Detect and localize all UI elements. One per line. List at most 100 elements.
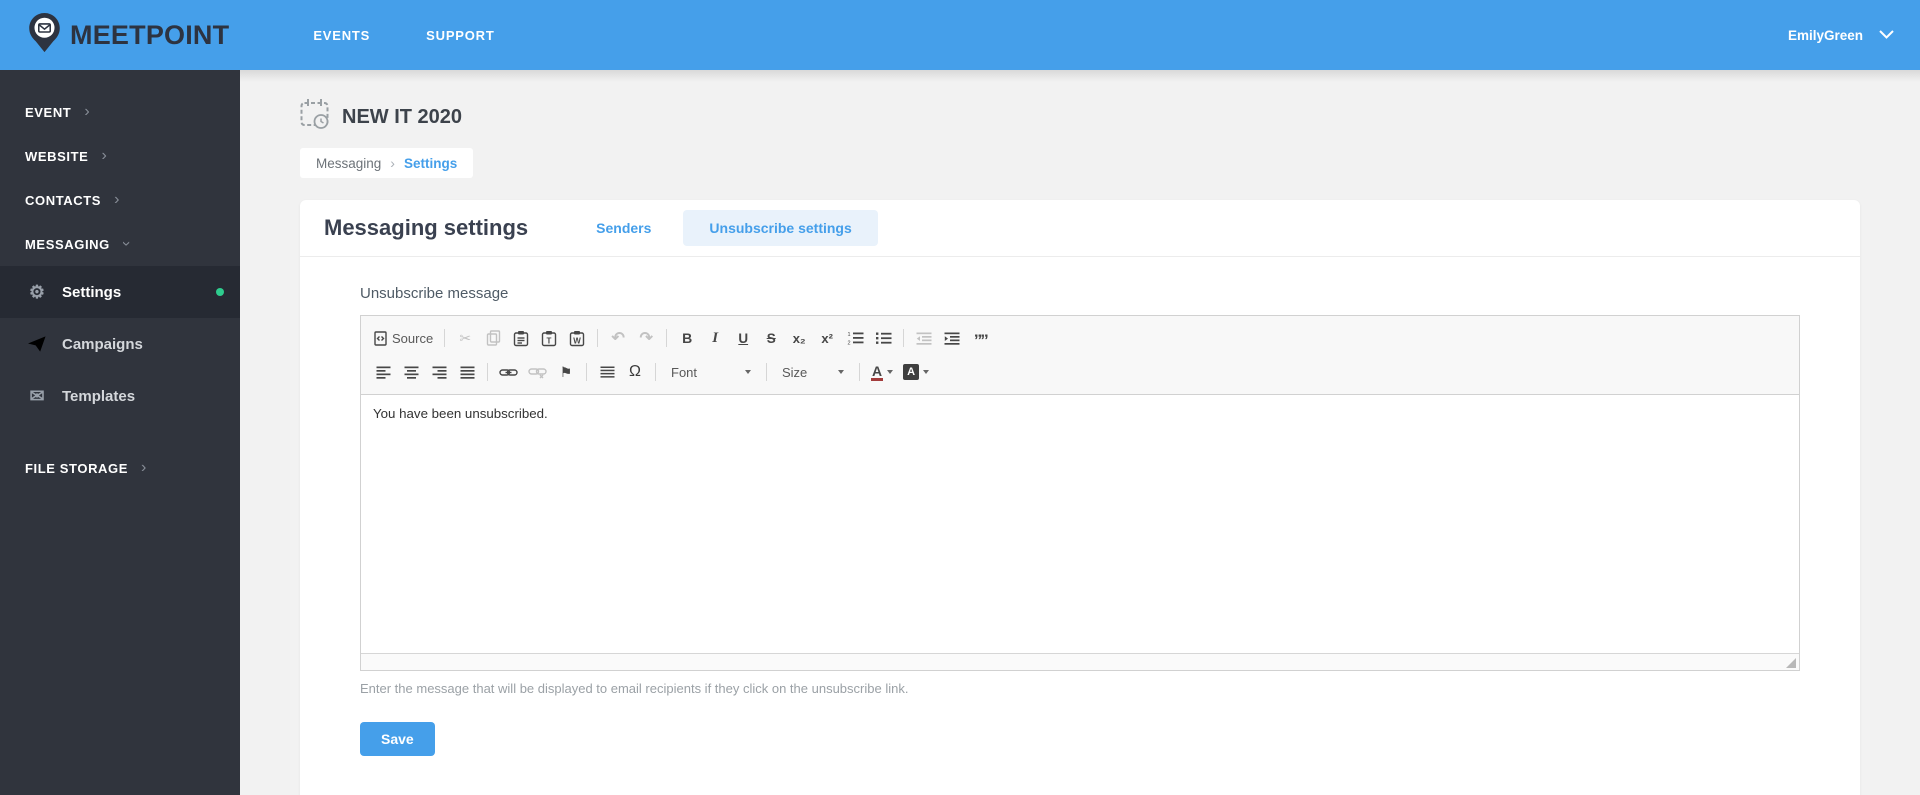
underline-icon: U xyxy=(738,330,749,346)
card-header: Messaging settings Senders Unsubscribe s… xyxy=(300,200,1860,257)
svg-text:T: T xyxy=(547,336,552,345)
blockquote-button[interactable]: ”” xyxy=(967,325,993,351)
bold-icon: B xyxy=(682,330,693,346)
redo-icon: ↷ xyxy=(639,330,653,347)
meetpoint-logo[interactable]: MEET POINT xyxy=(28,12,229,59)
undo-button[interactable]: ↶ xyxy=(605,325,631,351)
align-right-button[interactable] xyxy=(426,359,452,385)
bulleted-list-button[interactable] xyxy=(870,325,896,351)
italic-button[interactable]: I xyxy=(702,325,728,351)
horizontal-rule-button[interactable] xyxy=(594,359,620,385)
unsubscribe-help-text: Enter the message that will be displayed… xyxy=(360,681,909,696)
link-button[interactable] xyxy=(495,359,522,385)
nav-events-link[interactable]: EVENTS xyxy=(313,28,370,43)
chevron-down-icon xyxy=(1879,26,1894,44)
editor-content[interactable]: You have been unsubscribed. xyxy=(361,395,1799,653)
dropdown-caret-icon xyxy=(923,370,930,374)
page-title: NEW IT 2020 xyxy=(342,105,463,128)
top-bar: MEET POINT EVENTS SUPPORT EmilyGreen xyxy=(0,0,1920,70)
anchor-button[interactable]: ⚑ xyxy=(553,359,579,385)
calendar-clock-icon xyxy=(300,98,330,136)
background-color-button[interactable]: A xyxy=(899,359,933,385)
decrease-indent-button[interactable] xyxy=(911,325,937,351)
sidebar-item-campaigns[interactable]: Campaigns xyxy=(0,318,240,370)
redo-button[interactable]: ↷ xyxy=(633,325,659,351)
strikethrough-button[interactable]: S xyxy=(758,325,784,351)
card-body: Unsubscribe message Source ✂ T W ↶ ↷ B I… xyxy=(300,257,1860,756)
text-color-button[interactable]: A xyxy=(867,359,897,385)
sidebar-item-templates[interactable]: ✉ Templates xyxy=(0,370,240,422)
scissors-icon: ✂ xyxy=(459,329,472,346)
paste-button[interactable] xyxy=(508,325,534,351)
editor-toolbar: Source ✂ T W ↶ ↷ B I U S x₂ x² 1 2 ”” ⚑ … xyxy=(361,316,1799,395)
source-doc-icon xyxy=(374,330,387,346)
sidebar-item-file-storage[interactable]: FILE STORAGE › xyxy=(0,446,240,490)
svg-text:2: 2 xyxy=(847,341,850,346)
copy-icon xyxy=(486,330,501,346)
unlink-button[interactable] xyxy=(524,359,551,385)
underline-button[interactable]: U xyxy=(730,325,756,351)
indent-icon xyxy=(944,332,960,345)
brand-name: MEET POINT xyxy=(70,19,230,50)
user-menu[interactable]: EmilyGreen xyxy=(1788,26,1894,44)
chevron-right-icon: › xyxy=(101,147,108,164)
unsubscribe-message-label: Unsubscribe message xyxy=(360,285,509,302)
gear-icon: ⚙ xyxy=(28,281,46,302)
chevron-right-icon: › xyxy=(84,103,91,120)
sidebar-item-contacts[interactable]: CONTACTS › xyxy=(0,178,240,222)
breadcrumb-messaging[interactable]: Messaging xyxy=(316,156,381,171)
breadcrumb: Messaging › Settings xyxy=(300,148,474,178)
source-button[interactable]: Source xyxy=(370,325,437,351)
dropdown-caret-icon xyxy=(745,370,751,374)
tab-unsubscribe-settings[interactable]: Unsubscribe settings xyxy=(683,210,878,246)
increase-indent-button[interactable] xyxy=(939,325,965,351)
dropdown-caret-icon xyxy=(887,370,894,374)
paper-plane-icon xyxy=(25,335,49,353)
link-icon xyxy=(499,367,518,378)
unlink-icon xyxy=(528,366,547,379)
tab-senders[interactable]: Senders xyxy=(574,210,673,246)
dropdown-caret-icon xyxy=(838,370,844,374)
toolbar-row-1: Source ✂ T W ↶ ↷ B I U S x₂ x² 1 2 ”” xyxy=(369,321,1791,355)
settings-tabs: Senders Unsubscribe settings xyxy=(574,210,878,246)
font-dropdown[interactable]: Font xyxy=(664,360,758,385)
paste-plain-text-button[interactable]: T xyxy=(536,325,562,351)
align-left-icon xyxy=(376,366,391,379)
copy-button[interactable] xyxy=(480,325,506,351)
top-navigation: EVENTS SUPPORT xyxy=(313,28,494,43)
cut-button[interactable]: ✂ xyxy=(452,325,478,351)
sidebar-item-settings[interactable]: ⚙ Settings xyxy=(0,266,240,318)
superscript-button[interactable]: x² xyxy=(814,325,840,351)
svg-text:W: W xyxy=(573,336,581,345)
card-title: Messaging settings xyxy=(324,215,529,240)
align-center-button[interactable] xyxy=(398,359,424,385)
paste-from-word-button[interactable]: W xyxy=(564,325,590,351)
chevron-right-icon: › xyxy=(114,191,120,208)
sidebar-item-event[interactable]: EVENT › xyxy=(0,90,240,134)
align-justify-button[interactable] xyxy=(454,359,480,385)
bold-button[interactable]: B xyxy=(674,325,700,351)
main-content: NEW IT 2020 Messaging › Settings Messagi… xyxy=(240,70,1920,795)
resize-handle[interactable] xyxy=(1786,658,1796,668)
size-dropdown[interactable]: Size xyxy=(775,360,851,385)
bulleted-list-icon xyxy=(875,331,892,345)
special-character-button[interactable]: Ω xyxy=(622,359,648,385)
editor-status-bar xyxy=(361,653,1799,670)
sidebar-item-website[interactable]: WEBSITE › xyxy=(0,134,240,178)
numbered-list-icon: 12 xyxy=(847,331,864,345)
save-button[interactable]: Save xyxy=(360,722,435,756)
align-center-icon xyxy=(404,366,419,379)
align-left-button[interactable] xyxy=(370,359,396,385)
nav-support-link[interactable]: SUPPORT xyxy=(426,28,494,43)
toolbar-row-2: ⚑ Ω Font Size A A xyxy=(369,355,1791,389)
page-header: NEW IT 2020 xyxy=(300,98,1860,136)
rich-text-editor: Source ✂ T W ↶ ↷ B I U S x₂ x² 1 2 ”” ⚑ … xyxy=(360,315,1800,671)
breadcrumb-settings[interactable]: Settings xyxy=(404,156,457,171)
subscript-button[interactable]: x₂ xyxy=(786,325,812,351)
omega-icon: Ω xyxy=(629,363,641,380)
sidebar-item-messaging[interactable]: MESSAGING › xyxy=(0,222,240,266)
outdent-icon xyxy=(916,332,932,345)
map-pin-envelope-icon xyxy=(28,12,61,59)
numbered-list-button[interactable]: 12 xyxy=(842,325,868,351)
